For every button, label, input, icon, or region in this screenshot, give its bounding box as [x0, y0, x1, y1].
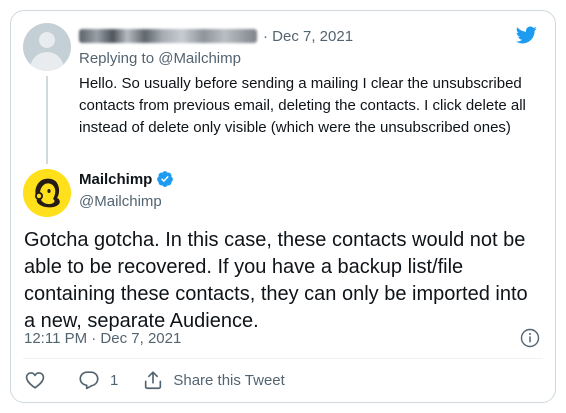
verified-badge-icon	[157, 171, 174, 187]
twitter-bird-icon[interactable]	[513, 24, 539, 46]
author-name-text[interactable]: Mailchimp	[79, 171, 152, 188]
mailchimp-avatar[interactable]	[23, 169, 71, 217]
default-avatar-body	[30, 52, 64, 71]
thread-connector-line	[46, 76, 48, 164]
share-label: Share this Tweet	[173, 371, 285, 389]
reply-icon	[79, 371, 99, 390]
replied-tweet-header: · Dec 7, 2021	[79, 26, 353, 46]
tweet-text: Gotcha gotcha. In this case, these conta…	[24, 229, 528, 332]
author-name[interactable]: Mailchimp	[79, 170, 174, 188]
heart-icon	[25, 372, 45, 389]
actions-divider	[23, 358, 543, 359]
share-icon	[145, 371, 162, 390]
replied-user-avatar[interactable]	[23, 23, 71, 71]
share-tweet-button[interactable]: Share this Tweet	[142, 369, 285, 391]
replied-tweet-text: Hello. So usually before sending a maili…	[79, 75, 526, 136]
author-handle[interactable]: @Mailchimp	[79, 193, 162, 210]
redacted-user-name[interactable]	[79, 29, 257, 43]
replied-tweet-date[interactable]: · Dec 7, 2021	[263, 28, 353, 45]
tweet-timestamp[interactable]: 12:11 PM · Dec 7, 2021	[24, 330, 181, 347]
replying-to-label[interactable]: Replying to @Mailchimp	[79, 50, 241, 67]
reply-button[interactable]: 1	[78, 369, 118, 391]
info-icon[interactable]	[520, 328, 540, 348]
like-button[interactable]	[24, 369, 46, 391]
reply-count: 1	[110, 371, 119, 389]
tweet-actions-bar: 1 Share this Tweet	[24, 368, 285, 392]
mailchimp-freddie-logo	[23, 169, 71, 217]
default-avatar-head	[39, 32, 55, 48]
